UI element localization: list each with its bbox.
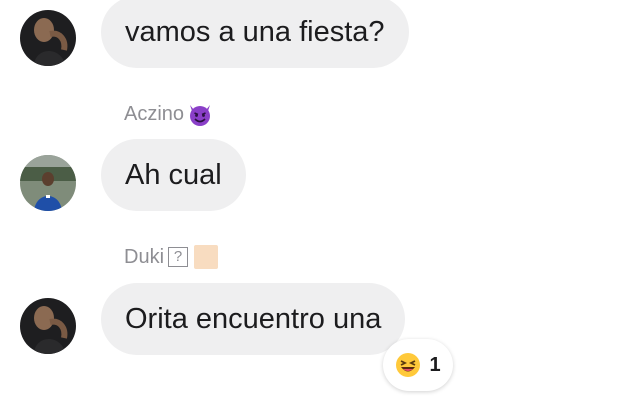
message-bubble[interactable]: Orita encuentro una <box>101 283 406 355</box>
smiling-devil-icon <box>190 105 211 126</box>
avatar[interactable] <box>20 298 76 354</box>
message-bubble[interactable]: vamos a una fiesta? <box>101 0 409 68</box>
skin-tone-swatch-icon <box>194 245 219 269</box>
reaction-badge[interactable]: 1 <box>383 339 453 391</box>
grinning-squinting-face-icon <box>396 353 421 377</box>
sender-name: Aczino <box>124 101 213 127</box>
reaction-count: 1 <box>429 353 441 376</box>
unknown-glyph-icon: ? <box>168 247 189 267</box>
message-text: Ah cual <box>125 158 222 191</box>
message-text: Orita encuentro una <box>125 302 382 335</box>
message-bubble[interactable]: Ah cual <box>101 139 246 211</box>
sender-label: Aczino <box>124 102 185 125</box>
avatar[interactable] <box>20 155 76 211</box>
sender-label: Duki <box>124 245 165 268</box>
avatar[interactable] <box>20 10 76 66</box>
message-text: vamos a una fiesta? <box>125 15 385 48</box>
sender-name: Duki ? <box>124 245 219 269</box>
